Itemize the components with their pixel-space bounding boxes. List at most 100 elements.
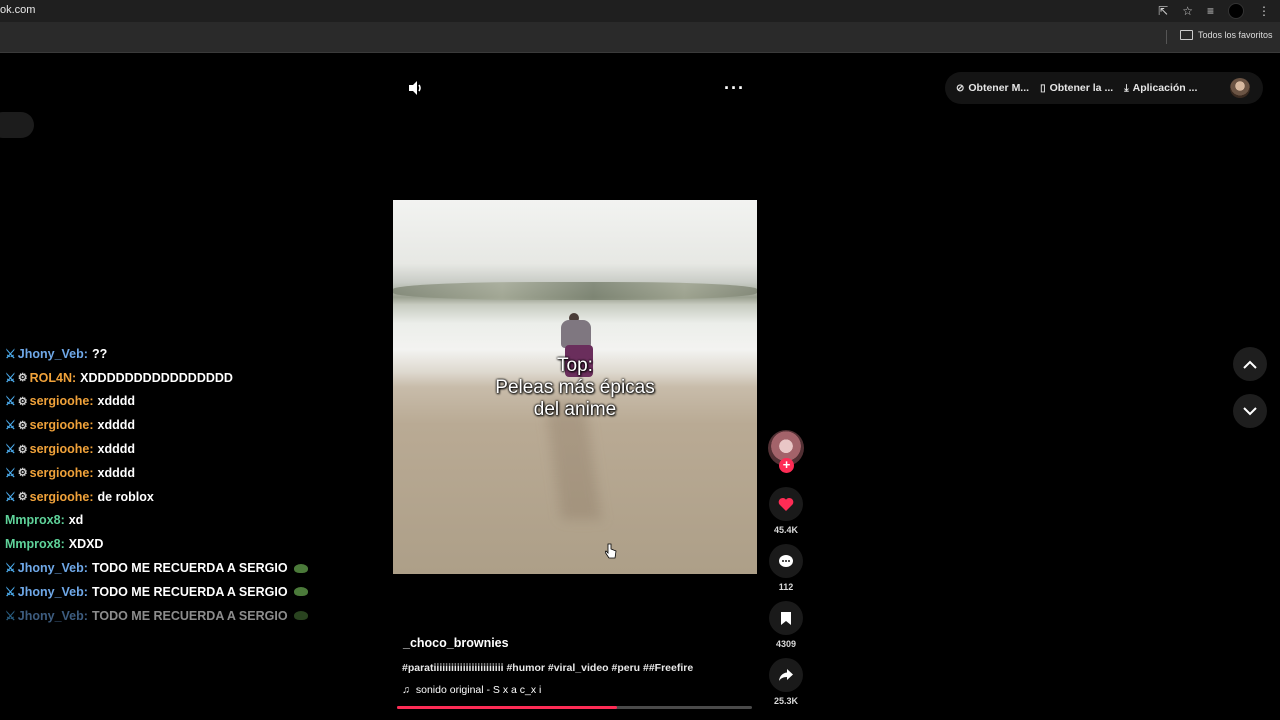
chat-username[interactable]: ROL4N: <box>30 371 77 385</box>
media-control-icon[interactable]: ≡ <box>1207 3 1214 19</box>
stream-chat: ⚔ Jhony_Veb:?? ⚔ ⚙ ROL4N: XDDDDDDDDDDDDDDDD ⚔ ⚙… <box>5 342 385 628</box>
video-caption: Top: Peleas más épicas del anime <box>393 355 757 421</box>
chat-message-text: de roblox <box>97 489 154 504</box>
like-button[interactable]: 45.4K <box>768 487 804 535</box>
install-app-icon[interactable]: ⇱ <box>1158 3 1168 19</box>
address-bar-url[interactable]: ok.com <box>0 4 35 16</box>
comment-icon <box>779 554 793 567</box>
chat-message: Mmprox8: xd <box>5 509 385 533</box>
chat-username[interactable]: Jhony_Veb: <box>18 609 88 623</box>
globe-badge-icon: ⚙ <box>17 491 28 504</box>
sound-info[interactable]: ♫ sonido original - S x a c_x i <box>402 684 541 696</box>
chat-message: Mmprox8: XDXD <box>5 532 385 556</box>
sidebar-search-pill[interactable] <box>0 112 34 138</box>
all-bookmarks-folder[interactable]: Todos los favoritos <box>1180 30 1273 40</box>
sword-badge-icon: ⚔ <box>5 608 16 623</box>
music-note-icon: ♫ <box>402 684 410 696</box>
chat-message: ⚔ ⚙ sergioohe: xdddd <box>5 461 385 485</box>
video-wave <box>393 282 757 300</box>
sword-badge-icon: ⚔ <box>5 584 16 599</box>
globe-badge-icon: ⚙ <box>17 467 28 480</box>
comment-circle <box>769 544 803 578</box>
chat-message: ⚔ Jhony_Veb: TODO ME RECUERDA A SERGIO <box>5 580 385 604</box>
browser-menu-icon[interactable]: ⋮ <box>1258 3 1270 19</box>
get-coins-button[interactable]: ⊘ Obtener M... <box>956 82 1029 94</box>
chat-username[interactable]: Mmprox8: <box>5 537 65 551</box>
globe-badge-icon: ⚙ <box>17 372 28 385</box>
get-app-button[interactable]: ▯ Obtener la ... <box>1040 82 1113 94</box>
chat-username[interactable]: Jhony_Veb: <box>18 561 88 575</box>
chat-message: ⚔ ⚙ sergioohe: de roblox <box>5 485 385 509</box>
video-progress-bar[interactable] <box>397 706 752 709</box>
sword-badge-icon: ⚔ <box>5 418 16 433</box>
chat-username[interactable]: Mmprox8: <box>5 513 65 527</box>
next-video-button[interactable] <box>1233 394 1267 428</box>
video-player[interactable]: Top: Peleas más épicas del anime <box>393 200 757 574</box>
heart-icon <box>778 497 794 511</box>
coin-icon: ⊘ <box>956 82 965 94</box>
chat-username[interactable]: sergioohe: <box>30 394 94 408</box>
chat-message-text: XDXD <box>68 537 104 552</box>
video-progress-fill <box>397 706 618 709</box>
post-description[interactable]: #paratiiiiiiiiiiiiiiiiiiiiiiii #humor #v… <box>402 662 693 674</box>
chat-username[interactable]: Jhony_Veb: <box>18 585 88 599</box>
chat-message-text: TODO ME RECUERDA A SERGIO <box>91 584 288 599</box>
video-caption-line: del anime <box>533 399 617 420</box>
chat-username[interactable]: sergioohe: <box>30 418 94 432</box>
chat-message: ⚔ Jhony_Veb: TODO ME RECUERDA A SERGIO <box>5 604 385 628</box>
comment-button[interactable]: 112 <box>768 544 804 592</box>
globe-badge-icon: ⚙ <box>17 395 28 408</box>
bookmarks-bar: Todos los favoritos <box>0 22 1280 53</box>
phone-icon: ▯ <box>1040 82 1046 94</box>
bookmark-star-icon[interactable]: ☆ <box>1182 3 1193 19</box>
globe-badge-icon: ⚙ <box>17 443 28 456</box>
browser-toolbar-icons: ⇱ ☆ ≡ ⋮ <box>1158 3 1270 19</box>
sound-title: sonido original - S x a c_x i <box>415 684 542 696</box>
profile-icon[interactable] <box>1228 3 1244 19</box>
chat-message-text: xdddd <box>97 418 136 433</box>
video-person-body <box>561 320 591 348</box>
volume-icon[interactable] <box>407 79 425 97</box>
download-icon: ⤓ <box>1124 82 1129 94</box>
chat-message: ⚔ ⚙ sergioohe: xdddd <box>5 413 385 437</box>
chat-message: ⚔ ⚙ sergioohe: xdddd <box>5 390 385 414</box>
video-caption-line: Peleas más épicas <box>495 377 655 398</box>
chat-message: ⚔ ⚙ sergioohe: xdddd <box>5 437 385 461</box>
folder-icon <box>1180 30 1193 40</box>
sword-badge-icon: ⚔ <box>5 465 16 480</box>
all-bookmarks-label: Todos los favoritos <box>1198 30 1273 40</box>
video-caption-line: Top: <box>557 355 593 376</box>
desktop-app-button[interactable]: ⤓ Aplicación ... <box>1124 82 1197 94</box>
chat-message-text: xdddd <box>97 465 136 480</box>
chat-message-text: xdddd <box>97 394 136 409</box>
chevron-up-icon <box>1243 360 1257 369</box>
save-circle <box>769 601 803 635</box>
user-avatar[interactable] <box>1230 78 1250 98</box>
share-circle <box>769 658 803 692</box>
chat-username[interactable]: Jhony_Veb: <box>18 347 88 361</box>
sword-badge-icon: ⚔ <box>5 370 16 385</box>
save-button[interactable]: 4309 <box>768 601 804 649</box>
author-name[interactable]: _choco_brownies <box>403 636 509 650</box>
more-options-icon[interactable]: ··· <box>724 79 745 97</box>
desktop-app-label: Aplicación ... <box>1132 82 1198 94</box>
previous-video-button[interactable] <box>1233 347 1267 381</box>
chat-username[interactable]: sergioohe: <box>30 490 94 504</box>
chat-message-text: xd <box>68 513 84 528</box>
chat-message: ⚔ ⚙ ROL4N: XDDDDDDDDDDDDDDDD <box>5 366 385 390</box>
share-button[interactable]: 25.3K <box>768 658 804 706</box>
chat-message-text: TODO ME RECUERDA A SERGIO <box>91 561 288 576</box>
bookmark-icon <box>781 611 791 625</box>
chevron-down-icon <box>1243 406 1257 415</box>
sword-badge-icon: ⚔ <box>5 561 16 576</box>
chat-message: ⚔ Jhony_Veb:?? <box>5 342 385 366</box>
share-arrow-icon <box>779 669 793 681</box>
globe-badge-icon: ⚙ <box>17 419 28 432</box>
follow-plus-icon[interactable]: + <box>779 458 794 473</box>
get-app-label: Obtener la ... <box>1049 82 1114 94</box>
top-actions-bar: ⊘ Obtener M... ▯ Obtener la ... ⤓ Aplica… <box>945 72 1263 104</box>
emote-icon <box>293 563 308 573</box>
chat-username[interactable]: sergioohe: <box>30 466 94 480</box>
chat-message-text: xdddd <box>97 442 136 457</box>
chat-username[interactable]: sergioohe: <box>30 442 94 456</box>
